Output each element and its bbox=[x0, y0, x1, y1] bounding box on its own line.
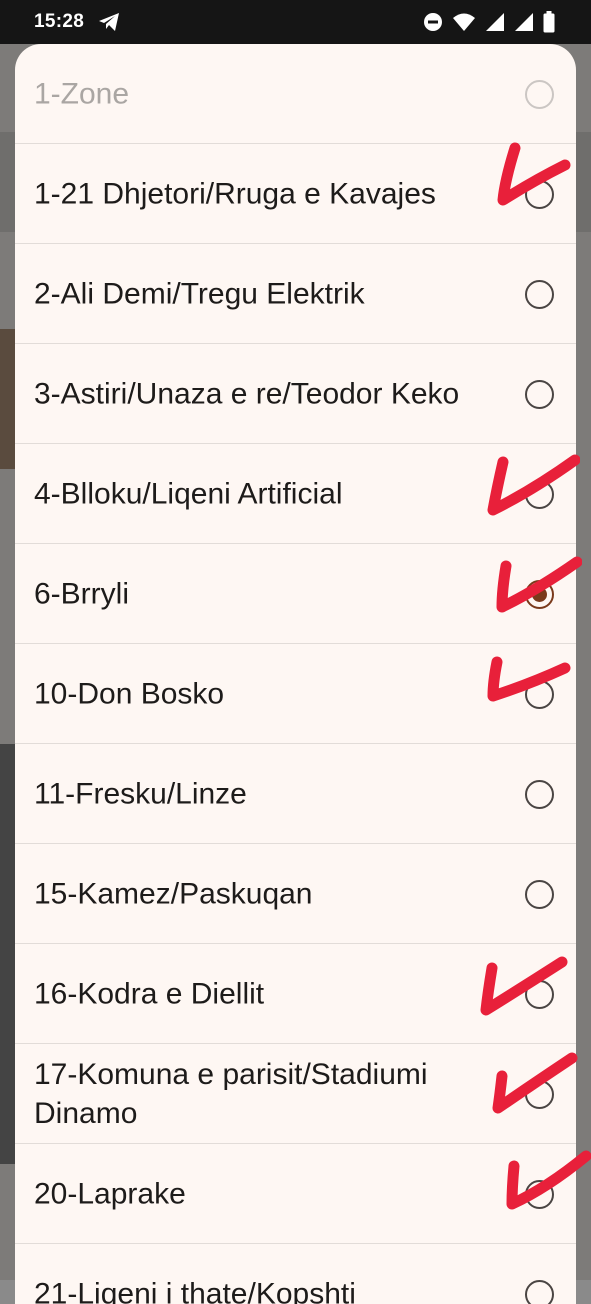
radio-button[interactable] bbox=[525, 680, 554, 709]
radio-button[interactable] bbox=[525, 1180, 554, 1209]
radio-button[interactable] bbox=[525, 180, 554, 209]
option-row[interactable]: 21-Liqeni i thate/Kopshti bbox=[15, 1244, 576, 1304]
option-label: 15-Kamez/Paskuqan bbox=[34, 874, 514, 913]
option-row[interactable]: 1-21 Dhjetori/Rruga e Kavajes bbox=[15, 144, 576, 244]
option-row[interactable]: 11-Fresku/Linze bbox=[15, 744, 576, 844]
option-row[interactable]: 6-Brryli bbox=[15, 544, 576, 644]
status-time: 15:28 bbox=[34, 11, 84, 33]
wifi-icon bbox=[452, 12, 476, 37]
option-row-header: 1-Zone bbox=[15, 44, 576, 144]
option-row[interactable]: 17-Komuna e parisit/Stadiumi Dinamo bbox=[15, 1044, 576, 1144]
option-label: 4-Blloku/Liqeni Artificial bbox=[34, 474, 514, 513]
option-row[interactable]: 10-Don Bosko bbox=[15, 644, 576, 744]
option-label: 17-Komuna e parisit/Stadiumi Dinamo bbox=[34, 1055, 514, 1133]
radio-button[interactable] bbox=[525, 780, 554, 809]
radio-button-selected[interactable] bbox=[525, 580, 554, 609]
option-label: 6-Brryli bbox=[34, 574, 514, 613]
radio-button[interactable] bbox=[525, 1280, 554, 1304]
option-label: 21-Liqeni i thate/Kopshti bbox=[34, 1274, 514, 1304]
status-bar: 15:28 bbox=[0, 0, 591, 44]
option-label: 10-Don Bosko bbox=[34, 674, 514, 713]
option-label: 16-Kodra e Diellit bbox=[34, 974, 514, 1013]
zone-selection-dialog: 1-Zone 1-21 Dhjetori/Rruga e Kavajes 2-A… bbox=[15, 44, 576, 1304]
option-row[interactable]: 16-Kodra e Diellit bbox=[15, 944, 576, 1044]
header-radio-button bbox=[525, 80, 554, 109]
option-label: 11-Fresku/Linze bbox=[34, 774, 514, 813]
option-label: 1-21 Dhjetori/Rruga e Kavajes bbox=[34, 174, 514, 213]
option-label: 3-Astiri/Unaza e re/Teodor Keko bbox=[34, 374, 514, 413]
status-icons bbox=[423, 11, 555, 38]
radio-button[interactable] bbox=[525, 880, 554, 909]
option-row[interactable]: 15-Kamez/Paskuqan bbox=[15, 844, 576, 944]
option-label: 2-Ali Demi/Tregu Elektrik bbox=[34, 274, 514, 313]
telegram-icon bbox=[98, 12, 120, 37]
radio-button[interactable] bbox=[525, 980, 554, 1009]
signal-icon bbox=[485, 12, 505, 37]
radio-button[interactable] bbox=[525, 380, 554, 409]
radio-button[interactable] bbox=[525, 280, 554, 309]
option-row[interactable]: 4-Blloku/Liqeni Artificial bbox=[15, 444, 576, 544]
option-label: 20-Laprake bbox=[34, 1174, 514, 1213]
do-not-disturb-icon bbox=[423, 12, 443, 37]
option-row[interactable]: 3-Astiri/Unaza e re/Teodor Keko bbox=[15, 344, 576, 444]
radio-button[interactable] bbox=[525, 480, 554, 509]
option-row[interactable]: 2-Ali Demi/Tregu Elektrik bbox=[15, 244, 576, 344]
option-row[interactable]: 20-Laprake bbox=[15, 1144, 576, 1244]
radio-button[interactable] bbox=[525, 1080, 554, 1109]
battery-icon bbox=[543, 11, 555, 38]
dialog-header-label: 1-Zone bbox=[34, 74, 514, 113]
signal-icon bbox=[514, 12, 534, 37]
